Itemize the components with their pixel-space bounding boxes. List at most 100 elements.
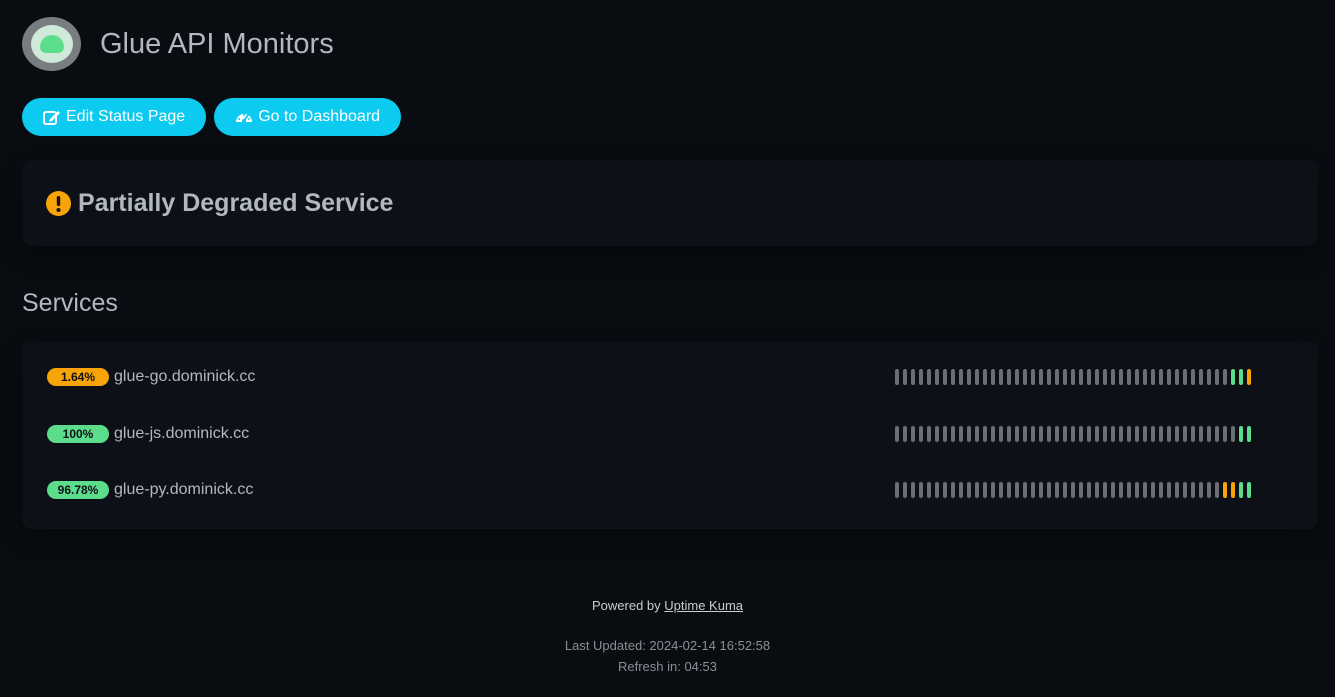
heartbeat-empty[interactable] — [1151, 482, 1155, 498]
heartbeat-empty[interactable] — [1127, 482, 1131, 498]
heartbeat-empty[interactable] — [1071, 426, 1075, 442]
heartbeat-empty[interactable] — [919, 482, 923, 498]
heartbeat-empty[interactable] — [1111, 482, 1115, 498]
heartbeat-empty[interactable] — [1159, 482, 1163, 498]
heartbeat-empty[interactable] — [1143, 369, 1147, 385]
heartbeat-empty[interactable] — [919, 369, 923, 385]
heartbeat-empty[interactable] — [943, 369, 947, 385]
heartbeat-empty[interactable] — [1015, 369, 1019, 385]
heartbeat-empty[interactable] — [903, 369, 907, 385]
heartbeat-empty[interactable] — [1183, 369, 1187, 385]
heartbeat-empty[interactable] — [911, 426, 915, 442]
heartbeat-partial[interactable] — [1247, 369, 1251, 385]
heartbeat-empty[interactable] — [1087, 369, 1091, 385]
heartbeat-empty[interactable] — [1023, 369, 1027, 385]
heartbeat-empty[interactable] — [1063, 482, 1067, 498]
heartbeat-empty[interactable] — [1007, 369, 1011, 385]
heartbeat-empty[interactable] — [1175, 369, 1179, 385]
heartbeat-empty[interactable] — [1199, 482, 1203, 498]
heartbeat-empty[interactable] — [1191, 482, 1195, 498]
heartbeat-empty[interactable] — [1231, 426, 1235, 442]
heartbeat-empty[interactable] — [951, 482, 955, 498]
heartbeat-empty[interactable] — [991, 369, 995, 385]
edit-status-page-button[interactable]: Edit Status Page — [22, 98, 207, 136]
heartbeat-empty[interactable] — [911, 482, 915, 498]
heartbeat-empty[interactable] — [1055, 369, 1059, 385]
heartbeat-empty[interactable] — [1103, 482, 1107, 498]
heartbeat-empty[interactable] — [1023, 426, 1027, 442]
uptime-kuma-link[interactable]: Uptime Kuma — [664, 598, 743, 613]
heartbeat-empty[interactable] — [1151, 426, 1155, 442]
heartbeat-empty[interactable] — [1087, 426, 1091, 442]
heartbeat-empty[interactable] — [1119, 482, 1123, 498]
heartbeat-empty[interactable] — [967, 426, 971, 442]
heartbeat-empty[interactable] — [1119, 426, 1123, 442]
heartbeat-up[interactable] — [1239, 426, 1243, 442]
heartbeat-empty[interactable] — [1215, 426, 1219, 442]
heartbeat-empty[interactable] — [959, 369, 963, 385]
heartbeat-empty[interactable] — [903, 482, 907, 498]
heartbeat-up[interactable] — [1247, 426, 1251, 442]
heartbeat-partial[interactable] — [1223, 482, 1227, 498]
heartbeat-up[interactable] — [1247, 482, 1251, 498]
heartbeat-empty[interactable] — [975, 369, 979, 385]
heartbeat-empty[interactable] — [927, 369, 931, 385]
heartbeat-empty[interactable] — [927, 482, 931, 498]
heartbeat-empty[interactable] — [1223, 369, 1227, 385]
heartbeat-empty[interactable] — [1095, 369, 1099, 385]
heartbeat-empty[interactable] — [967, 369, 971, 385]
heartbeat-empty[interactable] — [983, 482, 987, 498]
heartbeat-empty[interactable] — [1167, 426, 1171, 442]
heartbeat-empty[interactable] — [943, 426, 947, 442]
heartbeat-empty[interactable] — [1175, 482, 1179, 498]
heartbeat-empty[interactable] — [1047, 426, 1051, 442]
heartbeat-empty[interactable] — [911, 369, 915, 385]
heartbeat-empty[interactable] — [1015, 426, 1019, 442]
heartbeat-empty[interactable] — [967, 482, 971, 498]
heartbeat-empty[interactable] — [903, 426, 907, 442]
heartbeat-empty[interactable] — [1079, 369, 1083, 385]
heartbeat-empty[interactable] — [1127, 369, 1131, 385]
heartbeat-empty[interactable] — [1207, 482, 1211, 498]
heartbeat-empty[interactable] — [1143, 426, 1147, 442]
heartbeat-empty[interactable] — [983, 426, 987, 442]
heartbeat-empty[interactable] — [1079, 426, 1083, 442]
heartbeat-empty[interactable] — [1095, 482, 1099, 498]
heartbeat-empty[interactable] — [1135, 426, 1139, 442]
heartbeat-empty[interactable] — [1071, 369, 1075, 385]
heartbeat-empty[interactable] — [959, 426, 963, 442]
heartbeat-empty[interactable] — [1055, 426, 1059, 442]
heartbeat-empty[interactable] — [999, 482, 1003, 498]
heartbeat-empty[interactable] — [1207, 426, 1211, 442]
heartbeat-empty[interactable] — [1095, 426, 1099, 442]
heartbeat-empty[interactable] — [1207, 369, 1211, 385]
heartbeat-empty[interactable] — [1039, 482, 1043, 498]
heartbeat-empty[interactable] — [935, 426, 939, 442]
heartbeat-empty[interactable] — [1039, 426, 1043, 442]
heartbeat-empty[interactable] — [1151, 369, 1155, 385]
heartbeat-empty[interactable] — [999, 426, 1003, 442]
heartbeat-empty[interactable] — [1143, 482, 1147, 498]
heartbeat-empty[interactable] — [1135, 482, 1139, 498]
heartbeat-empty[interactable] — [1175, 426, 1179, 442]
heartbeat-empty[interactable] — [895, 369, 899, 385]
heartbeat-empty[interactable] — [1047, 482, 1051, 498]
heartbeat-empty[interactable] — [1223, 426, 1227, 442]
heartbeat-empty[interactable] — [935, 482, 939, 498]
heartbeat-empty[interactable] — [1215, 482, 1219, 498]
heartbeat-empty[interactable] — [983, 369, 987, 385]
heartbeat-partial[interactable] — [1231, 482, 1235, 498]
heartbeat-empty[interactable] — [1111, 426, 1115, 442]
heartbeat-empty[interactable] — [1063, 369, 1067, 385]
heartbeat-empty[interactable] — [1015, 482, 1019, 498]
heartbeat-empty[interactable] — [935, 369, 939, 385]
heartbeat-empty[interactable] — [959, 482, 963, 498]
heartbeat-empty[interactable] — [991, 426, 995, 442]
heartbeat-empty[interactable] — [1127, 426, 1131, 442]
service-row[interactable]: 96.78% glue-py.dominick.cc — [22, 475, 1318, 505]
heartbeat-empty[interactable] — [895, 426, 899, 442]
heartbeat-empty[interactable] — [1031, 426, 1035, 442]
heartbeat-empty[interactable] — [1023, 482, 1027, 498]
heartbeat-empty[interactable] — [951, 369, 955, 385]
heartbeat-empty[interactable] — [1199, 426, 1203, 442]
